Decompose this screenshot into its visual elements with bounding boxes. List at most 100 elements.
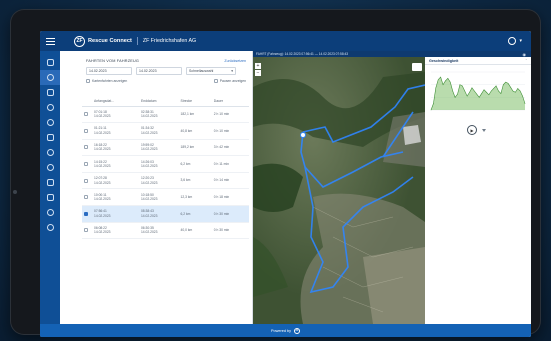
fleet-icon bbox=[46, 89, 54, 96]
gear-icon bbox=[46, 209, 54, 216]
checkbox-box[interactable] bbox=[86, 79, 90, 83]
row-checkbox[interactable] bbox=[84, 112, 88, 117]
table-row[interactable]: 06:08:22 14.02.2023 06:30:35 14.02.2023 40,0… bbox=[82, 222, 249, 240]
speed-point bbox=[512, 90, 514, 92]
zf-footer-logo: ZF bbox=[294, 327, 301, 334]
table-row[interactable]: 14:15:22 14.02.2023 14:26:03 14.02.2023 6,2 … bbox=[82, 155, 249, 173]
row-checkbox[interactable] bbox=[84, 128, 88, 133]
cell-dur: 0 h 10 min bbox=[211, 122, 249, 140]
row-checkbox-cell bbox=[82, 222, 92, 240]
nav-search[interactable] bbox=[40, 115, 60, 130]
cell-dist: 40,0 km bbox=[178, 222, 212, 240]
cell-start: 10:00:11 14.02.2023 bbox=[92, 188, 139, 207]
cell-start: 07:56:41 14.02.2023 bbox=[92, 205, 139, 223]
chart-title: Geschwindigkeit bbox=[429, 58, 459, 63]
nav-vehicles[interactable] bbox=[40, 55, 60, 70]
chevron-up-icon[interactable]: ˆ bbox=[526, 58, 527, 63]
nav-connectivity[interactable] bbox=[40, 190, 60, 205]
layers-button[interactable] bbox=[412, 63, 422, 71]
show-pauses-checkbox[interactable]: Pausen anzeigen bbox=[213, 79, 246, 83]
eye-icon[interactable]: ◉ bbox=[523, 52, 527, 57]
col-duration[interactable]: Dauer bbox=[211, 97, 249, 107]
speed-point bbox=[459, 84, 461, 85]
user-menu[interactable]: ▾ bbox=[508, 37, 522, 45]
show-map-trips-checkbox[interactable]: Kartenfahrten anzeigen bbox=[86, 79, 127, 83]
cell-end: 10:18:50 14.02.2023 bbox=[138, 188, 179, 207]
speed-point bbox=[437, 79, 439, 80]
cell-start: 12:07:28 14.02.2023 bbox=[92, 172, 139, 190]
cell-end: 19:59:02 14.02.2023 bbox=[138, 139, 179, 157]
row-checkbox-cell bbox=[82, 188, 92, 207]
speed-point bbox=[452, 90, 453, 92]
date-to-value: 14.02.2023 bbox=[139, 69, 157, 73]
powered-by-label: Powered by bbox=[270, 328, 292, 333]
cell-dur: 0 h 30 min bbox=[211, 222, 249, 240]
table-row[interactable]: 07:56:41 14.02.2023 08:38:43 14.02.2023 6,2 … bbox=[82, 205, 249, 223]
nav-reports[interactable] bbox=[40, 175, 60, 190]
top-bar: ZF Rescue Connect ZF Friedrichshafen AG … bbox=[40, 31, 531, 51]
route-icon bbox=[46, 74, 54, 81]
cell-dist: 182,1 km bbox=[178, 106, 212, 124]
row-checkbox[interactable] bbox=[84, 162, 88, 167]
chevron-down-icon[interactable]: ▾ bbox=[519, 38, 522, 44]
users-icon bbox=[46, 149, 54, 156]
col-start[interactable]: Anfangsdat... bbox=[92, 97, 139, 107]
quick-select-value: Schnellauswahl bbox=[189, 69, 214, 73]
col-end[interactable]: Enddatum bbox=[138, 97, 179, 107]
user-icon[interactable] bbox=[508, 37, 517, 45]
table-row[interactable]: 01:21:11 14.02.2023 01:34:32 14.02.2023 40,8… bbox=[82, 122, 249, 140]
row-checkbox[interactable] bbox=[84, 195, 88, 200]
row-checkbox[interactable] bbox=[84, 145, 88, 150]
speed-point bbox=[505, 81, 506, 83]
col-distance[interactable]: Strecke bbox=[178, 97, 212, 107]
speed-point bbox=[474, 90, 475, 92]
nav-users[interactable] bbox=[40, 145, 60, 160]
cell-dist: 40,8 km bbox=[178, 122, 212, 140]
date-to-field[interactable]: 14.02.2023 bbox=[136, 67, 182, 75]
checkbox-box[interactable] bbox=[213, 79, 218, 83]
zoom-in-button[interactable]: + bbox=[255, 63, 261, 69]
nav-settings[interactable] bbox=[40, 205, 60, 220]
quick-select[interactable]: Schnellauswahl ▾ bbox=[186, 67, 236, 75]
nav-monitor[interactable] bbox=[40, 130, 60, 145]
cell-dur: 0 h 18 min bbox=[211, 188, 249, 207]
speed-point bbox=[464, 90, 465, 92]
menu-icon[interactable] bbox=[40, 31, 60, 51]
table-row[interactable]: 16:18:22 14.02.2023 19:59:02 14.02.2023 189,… bbox=[82, 139, 249, 157]
nav-info[interactable] bbox=[40, 220, 60, 235]
row-checkbox[interactable] bbox=[84, 178, 88, 183]
speed-point bbox=[440, 76, 441, 78]
reset-link[interactable]: Zurücksetzen bbox=[224, 59, 246, 63]
nav-fleet[interactable] bbox=[40, 85, 60, 100]
row-checkbox-cell bbox=[82, 122, 92, 140]
speed-point bbox=[471, 87, 473, 89]
speed-point bbox=[500, 93, 502, 94]
nav-dashboard[interactable] bbox=[40, 160, 60, 175]
map-trip-label: FAHRT (Fahrzeug): 14.02.2023 07:56:41 — … bbox=[256, 52, 349, 56]
date-from-field[interactable]: 14.02.2023 bbox=[86, 67, 132, 75]
speed-point bbox=[457, 93, 458, 95]
zoom-out-button[interactable]: − bbox=[255, 70, 261, 76]
table-row[interactable]: 10:00:11 14.02.2023 10:18:50 14.02.2023 12,3… bbox=[82, 188, 249, 207]
speed-point bbox=[495, 85, 497, 87]
row-checkbox[interactable] bbox=[84, 228, 88, 233]
row-checkbox[interactable] bbox=[84, 211, 88, 216]
checkbox-label: Kartenfahrten anzeigen bbox=[92, 79, 128, 83]
vehicle-icon bbox=[46, 59, 54, 66]
table-row[interactable]: 07:01:18 14.02.2023 02:38:31 14.02.2023 182,… bbox=[82, 106, 249, 124]
nav-trips[interactable] bbox=[40, 70, 60, 85]
speed-dropdown-icon[interactable] bbox=[482, 129, 486, 132]
speed-point bbox=[481, 93, 482, 94]
cell-dur: 0 h 30 min bbox=[211, 205, 249, 223]
cell-dur: 3 h 42 min bbox=[211, 139, 249, 157]
nav-alerts[interactable] bbox=[40, 100, 60, 115]
cell-end: 06:30:35 14.02.2023 bbox=[138, 222, 179, 240]
map-view[interactable]: + − bbox=[253, 57, 425, 324]
speed-point bbox=[522, 95, 523, 97]
speed-chart-panel: Geschwindigkeit ˆ ▶ bbox=[425, 57, 531, 324]
play-button[interactable]: ▶ bbox=[467, 125, 477, 135]
cell-dist: 6,2 km bbox=[178, 205, 212, 223]
speed-point bbox=[454, 97, 456, 98]
table-row[interactable]: 12:07:28 14.02.2023 12:20:23 14.02.2023 3,6 … bbox=[82, 172, 249, 190]
cell-dist: 189,2 km bbox=[178, 139, 212, 157]
